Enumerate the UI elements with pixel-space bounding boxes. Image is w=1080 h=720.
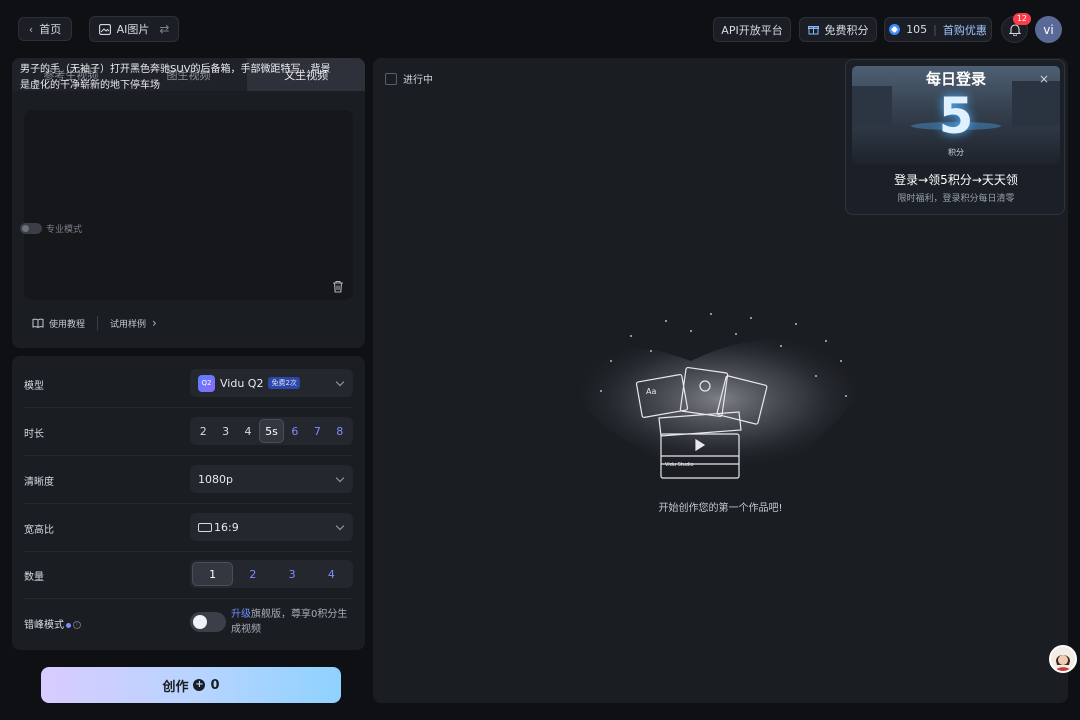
count-selector: 1 2 3 4 (190, 560, 353, 588)
notifications-button[interactable]: 12 (1001, 13, 1031, 43)
free-points-button[interactable]: 免费积分 (799, 17, 877, 42)
settings-panel: 模型 Q2 Vidu Q2 免费2次 时长 2 3 4 5s 6 7 8 清晰度… (12, 356, 365, 650)
duration-option-2[interactable]: 2 (192, 419, 214, 443)
peak-indicator-icon (66, 622, 71, 628)
trash-icon[interactable] (332, 280, 344, 293)
popup-points-number: 5 (938, 87, 974, 145)
link-divider (97, 316, 99, 330)
count-label: 数量 (24, 572, 44, 583)
prompt-input[interactable] (24, 110, 353, 300)
prompt-text[interactable]: 男子的手（无袖子）打开黑色奔驰SUV的后备箱，手部微距特写，背景是虚化的干净崭新… (20, 62, 338, 94)
duration-option-6[interactable]: 6 (284, 419, 306, 443)
ai-image-label: AI图片 (116, 23, 150, 36)
notification-badge: 12 (1012, 13, 1031, 25)
pro-mode-label: 专业模式 (46, 225, 83, 235)
prompt-panel: 参考生视频 图生视频 文生视频 (12, 58, 365, 348)
popup-points-unit: 积分 (948, 148, 964, 157)
duration-label: 时长 (24, 429, 44, 440)
divider (24, 503, 353, 504)
book-icon (32, 318, 44, 328)
peak-mode-label: 错峰模式 (24, 620, 64, 631)
pro-mode-switch[interactable] (20, 223, 42, 234)
chevron-down-icon (335, 473, 345, 482)
aspect-ratio-icon (198, 522, 212, 532)
chevron-right-icon: › (152, 316, 157, 330)
create-label: 创作 (162, 679, 189, 695)
resolution-select[interactable]: 1080p (190, 465, 353, 493)
api-label: API开放平台 (721, 23, 783, 37)
info-icon[interactable]: i (73, 621, 81, 629)
svg-text:Aa: Aa (646, 387, 656, 396)
first-purchase-label: 首购优惠 (942, 23, 987, 37)
popup-headline: 登录→领5积分→天天领 (894, 173, 1018, 187)
resolution-value: 1080p (198, 472, 233, 486)
aspect-value: 16:9 (214, 520, 239, 534)
divider (24, 598, 353, 599)
free-points-label: 免费积分 (824, 23, 869, 37)
model-select[interactable]: Q2 Vidu Q2 免费2次 (190, 369, 353, 397)
in-progress-filter[interactable]: 进行中 (385, 71, 433, 86)
chevron-down-icon (335, 521, 345, 530)
model-free-tag: 免费2次 (268, 377, 300, 389)
model-label: 模型 (24, 381, 44, 392)
home-button[interactable]: ‹ 首页 (18, 17, 72, 41)
create-cost: 0 (210, 677, 220, 693)
aspect-select[interactable]: 16:9 (190, 513, 353, 541)
empty-state-text: 开始创作您的第一个作品吧! (658, 503, 783, 514)
in-progress-label: 进行中 (403, 75, 433, 86)
chevron-left-icon: ‹ (28, 22, 34, 36)
support-person-icon (1051, 647, 1075, 671)
divider: | (933, 23, 937, 36)
tutorial-link[interactable]: 使用教程 (32, 317, 85, 330)
divider (24, 455, 353, 456)
create-button[interactable]: 创作 + 0 (41, 667, 341, 703)
aspect-label: 宽高比 (24, 525, 54, 536)
popup-subtext: 限时福利，登录积分每日清零 (897, 194, 1015, 204)
popup-title: 每日登录 (925, 70, 986, 88)
count-option-3[interactable]: 3 (273, 562, 312, 586)
empty-state-illustration: Aa Vidu Studio (579, 313, 860, 479)
divider (24, 407, 353, 408)
in-progress-checkbox[interactable] (385, 72, 397, 85)
peak-mode-label-row: 错峰模式 i (24, 616, 81, 631)
upgrade-link[interactable]: 升级 (231, 609, 251, 620)
count-option-1[interactable]: 1 (192, 562, 234, 586)
gift-icon (807, 26, 819, 35)
duration-option-7[interactable]: 7 (306, 419, 328, 443)
duration-option-8[interactable]: 8 (329, 419, 351, 443)
tutorial-label: 使用教程 (49, 319, 86, 330)
top-bar: ‹ 首页 AI图片 ⇄ API开放平台 免费积分 105 | 首购优惠 12 v… (0, 0, 1080, 58)
swap-icon: ⇄ (159, 22, 170, 36)
home-label: 首页 (39, 23, 62, 36)
duration-option-4[interactable]: 4 (237, 419, 259, 443)
duration-selector: 2 3 4 5s 6 7 8 (190, 417, 353, 445)
helper-links: 使用教程 试用样例 › (32, 316, 157, 330)
customer-service-avatar[interactable] (1049, 645, 1077, 673)
chevron-down-icon (335, 377, 345, 386)
duration-option-3[interactable]: 3 (214, 419, 236, 443)
points-button[interactable]: 105 | 首购优惠 (884, 17, 992, 42)
divider (24, 551, 353, 552)
image-icon (98, 23, 111, 35)
close-icon[interactable]: × (1039, 72, 1049, 86)
resolution-label: 清晰度 (24, 477, 54, 488)
api-platform-button[interactable]: API开放平台 (713, 17, 791, 42)
points-value: 105 (906, 23, 928, 36)
upgrade-text: 升级旗舰版，尊享0积分生成视频 (231, 607, 356, 637)
duration-option-5s[interactable]: 5s (259, 419, 284, 443)
ai-image-switch-button[interactable]: AI图片 ⇄ (89, 16, 179, 42)
examples-link[interactable]: 试用样例 › (110, 316, 157, 330)
coin-icon (889, 24, 901, 35)
model-value: Vidu Q2 (220, 376, 264, 390)
user-avatar[interactable]: vi (1035, 16, 1062, 43)
points-cost-icon: + (193, 679, 206, 691)
illus-label: Vidu Studio (665, 462, 694, 468)
count-option-4[interactable]: 4 (312, 562, 351, 586)
pro-mode-toggle[interactable]: 专业模式 (20, 222, 82, 235)
count-option-2[interactable]: 2 (233, 562, 272, 586)
peak-mode-toggle[interactable] (190, 612, 226, 632)
examples-label: 试用样例 (110, 319, 147, 330)
model-logo-icon: Q2 (198, 374, 215, 392)
daily-login-popup: 每日登录 × 5 积分 登录→领5积分→天天领 限时福利，登录积分每日清零 (845, 59, 1065, 215)
